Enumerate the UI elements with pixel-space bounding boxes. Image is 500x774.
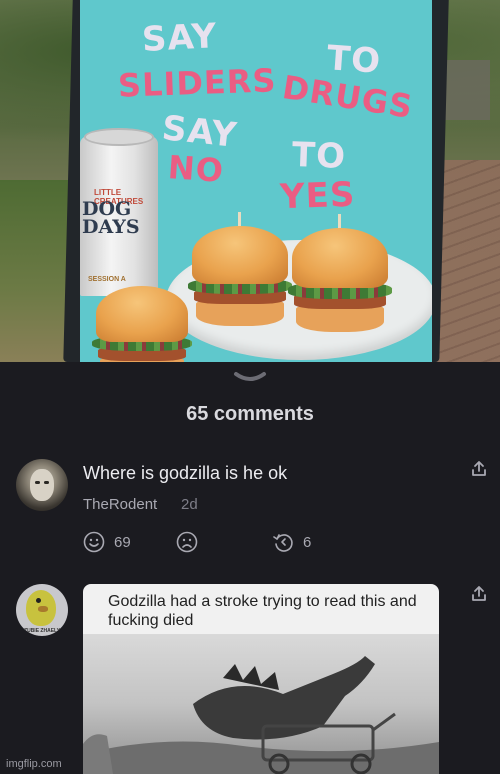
- can-lid: [84, 128, 154, 146]
- meme-image[interactable]: Godzilla had a stroke trying to read thi…: [83, 584, 439, 774]
- avatar[interactable]: [16, 459, 68, 511]
- avatar-beak: [38, 606, 48, 612]
- comment-author[interactable]: TheRodent: [83, 496, 157, 513]
- sign-word-sliders: SLIDERS: [117, 61, 278, 105]
- sign-word-yes: YES: [279, 174, 357, 218]
- comment-text: Where is godzilla is he ok: [83, 463, 288, 483]
- chevron-down-icon[interactable]: [233, 370, 267, 386]
- slider-burger: [188, 212, 292, 326]
- smile-icon: [83, 531, 105, 553]
- like-count: 69: [114, 533, 131, 551]
- avatar-eye: [44, 481, 49, 484]
- avatar[interactable]: ZUBIE ZHAELY: [16, 584, 68, 636]
- godzilla-illustration: [83, 656, 439, 774]
- avatar-tag: ZUBIE ZHAELY: [24, 628, 60, 634]
- can-subtitle: SESSION A: [88, 276, 126, 283]
- sign-word-to-2: TO: [291, 135, 347, 177]
- reply-count: 6: [303, 533, 312, 551]
- reply-icon: [273, 534, 293, 552]
- avatar-eye: [36, 598, 41, 603]
- avatar-eye: [35, 481, 40, 484]
- dislike-button[interactable]: [176, 531, 198, 553]
- like-button[interactable]: 69: [83, 531, 131, 553]
- share-icon[interactable]: [470, 585, 488, 603]
- reply-button[interactable]: 6: [272, 531, 311, 553]
- comment-age: 2d: [181, 496, 198, 513]
- bun-top: [292, 228, 388, 289]
- share-icon[interactable]: [470, 460, 488, 478]
- slider-burger: [288, 214, 392, 332]
- comments-count: 65 comments: [186, 403, 314, 425]
- frown-icon: [176, 531, 198, 553]
- watermark: imgflip.com: [6, 758, 62, 770]
- sign-word-say: SAY: [141, 16, 219, 60]
- sign-word-no: NO: [166, 148, 226, 190]
- slider-burger: [92, 286, 192, 362]
- post-image[interactable]: SAY TO SLIDERS DRUGS SAY NO TO YES LITTL…: [0, 0, 500, 362]
- meme-photo: [83, 634, 439, 774]
- bun-top: [192, 226, 288, 284]
- bun-top: [96, 286, 188, 342]
- meme-caption: Godzilla had a stroke trying to read thi…: [108, 593, 417, 629]
- sign-board: SAY TO SLIDERS DRUGS SAY NO TO YES LITTL…: [80, 0, 432, 362]
- can-name: DOG DAYS: [82, 198, 140, 238]
- avatar-face: [30, 469, 54, 501]
- beer-can: LITTLE CREATURES DOG DAYS SESSION A: [80, 128, 158, 296]
